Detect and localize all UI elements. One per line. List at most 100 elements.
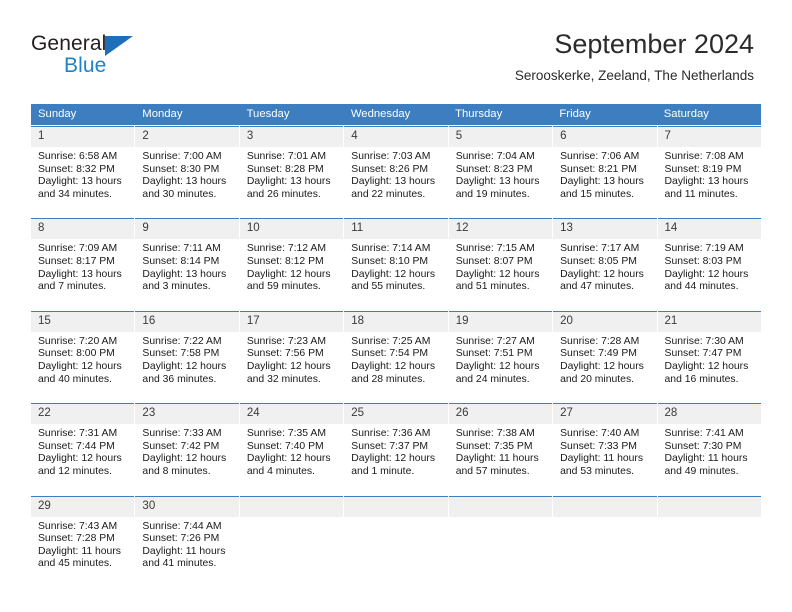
day-number: 17 (239, 311, 344, 332)
sunrise-text: Sunrise: 7:12 AM (246, 243, 326, 255)
day-info: Sunrise: 7:44 AM Sunset: 7:26 PM Daylight:… (135, 517, 238, 571)
day-info: Sunrise: 7:00 AM Sunset: 8:30 PM Daylight:… (135, 147, 238, 201)
logo-triangle-icon (105, 36, 133, 56)
day-cell[interactable]: 21 Sunrise: 7:30 AM Sunset: 7:47 PM Dayligh… (657, 310, 761, 386)
daylight-text-line1: Daylight: 13 hours (560, 176, 644, 188)
sunset-text: Sunset: 8:00 PM (38, 348, 115, 360)
week-row: 22 Sunrise: 7:31 AM Sunset: 7:44 PM Dayligh… (31, 403, 761, 478)
day-cell[interactable]: 8 Sunrise: 7:09 AM Sunset: 8:17 PM Daylight… (31, 218, 135, 293)
logo-text-blue: Blue (64, 54, 107, 77)
daylight-text-line2: and 11 minutes. (664, 188, 738, 200)
daylight-text-line2: and 59 minutes. (246, 281, 321, 293)
sunrise-text: Sunrise: 7:06 AM (560, 151, 640, 162)
daylight-text-line1: Daylight: 12 hours (455, 268, 540, 280)
daylight-text-line2: and 36 minutes. (142, 373, 217, 385)
day-cell[interactable]: 16 Sunrise: 7:22 AM Sunset: 7:58 PM Dayligh… (135, 310, 239, 386)
sunrise-text: Sunrise: 7:04 AM (455, 151, 535, 162)
day-cell[interactable]: 14 Sunrise: 7:19 AM Sunset: 8:03 PM Dayligh… (657, 218, 761, 293)
sunset-text: Sunset: 8:07 PM (455, 255, 533, 267)
day-cell[interactable]: 23 Sunrise: 7:33 AM Sunset: 7:42 PM Dayligh… (135, 403, 239, 478)
daylight-text-line1: Daylight: 12 hours (455, 360, 540, 372)
day-cell[interactable]: 13 Sunrise: 7:17 AM Sunset: 8:05 PM Dayligh… (553, 218, 657, 293)
sunset-text: Sunset: 8:19 PM (664, 163, 742, 175)
sunrise-text: Sunrise: 7:01 AM (246, 151, 326, 162)
sunset-text: Sunset: 7:33 PM (560, 440, 637, 452)
day-cell[interactable]: 24 Sunrise: 7:35 AM Sunset: 7:40 PM Dayligh… (239, 403, 344, 478)
day-cell[interactable]: 29 Sunrise: 7:43 AM Sunset: 7:28 PM Dayligh… (31, 495, 135, 571)
day-number: 18 (344, 311, 448, 332)
sunset-text: Sunset: 8:28 PM (246, 163, 324, 175)
day-number: 11 (344, 219, 448, 240)
daylight-text-line2: and 8 minutes. (142, 465, 211, 477)
sunrise-text: Sunrise: 7:15 AM (455, 243, 535, 255)
day-number: 14 (657, 219, 761, 240)
day-cell[interactable]: 27 Sunrise: 7:40 AM Sunset: 7:33 PM Dayligh… (553, 403, 657, 478)
daylight-text-line1: Daylight: 13 hours (142, 176, 227, 188)
day-info: Sunrise: 7:27 AM Sunset: 7:51 PM Daylight:… (449, 332, 552, 386)
daylight-text-line1: Daylight: 12 hours (142, 360, 227, 372)
day-cell-empty (239, 495, 344, 571)
daylight-text-line2: and 57 minutes. (455, 465, 530, 477)
sunset-text: Sunset: 8:23 PM (455, 163, 533, 175)
day-cell[interactable]: 17 Sunrise: 7:23 AM Sunset: 7:56 PM Dayligh… (239, 310, 344, 386)
daylight-text-line2: and 28 minutes. (351, 373, 426, 385)
daylight-text-line1: Daylight: 12 hours (246, 453, 331, 465)
day-info: Sunrise: 7:40 AM Sunset: 7:33 PM Daylight:… (553, 424, 656, 478)
day-cell[interactable]: 20 Sunrise: 7:28 AM Sunset: 7:49 PM Dayligh… (553, 310, 657, 386)
day-cell[interactable]: 15 Sunrise: 7:20 AM Sunset: 8:00 PM Dayligh… (31, 310, 135, 386)
day-number: 10 (239, 219, 344, 240)
daylight-text-line1: Daylight: 11 hours (38, 545, 121, 557)
day-number: 4 (344, 127, 448, 147)
sunrise-text: Sunrise: 7:03 AM (351, 151, 431, 162)
daylight-text-line1: Daylight: 12 hours (560, 268, 644, 280)
day-cell[interactable]: 10 Sunrise: 7:12 AM Sunset: 8:12 PM Dayligh… (239, 218, 344, 293)
sunset-text: Sunset: 7:42 PM (142, 440, 220, 452)
day-cell[interactable]: 18 Sunrise: 7:25 AM Sunset: 7:54 PM Dayligh… (344, 310, 448, 386)
daylight-text-line1: Daylight: 13 hours (246, 176, 331, 188)
sunset-text: Sunset: 7:40 PM (246, 440, 324, 452)
day-cell[interactable]: 12 Sunrise: 7:15 AM Sunset: 8:07 PM Dayligh… (448, 218, 553, 293)
sunset-text: Sunset: 8:32 PM (38, 163, 115, 175)
sunset-text: Sunset: 7:56 PM (246, 348, 324, 360)
day-info: Sunrise: 7:12 AM Sunset: 8:12 PM Daylight:… (240, 239, 343, 293)
day-number: 2 (135, 127, 239, 147)
sunrise-text: Sunrise: 7:28 AM (560, 335, 640, 347)
day-cell[interactable]: 9 Sunrise: 7:11 AM Sunset: 8:14 PM Daylight… (135, 218, 239, 293)
day-cell[interactable]: 7 Sunrise: 7:08 AM Sunset: 8:19 PM Daylight… (657, 126, 761, 201)
weekday-friday: Friday (559, 108, 591, 120)
day-cell[interactable]: 22 Sunrise: 7:31 AM Sunset: 7:44 PM Dayligh… (31, 403, 135, 478)
day-info: Sunrise: 6:58 AM Sunset: 8:32 PM Daylight:… (31, 147, 134, 201)
day-number: 29 (31, 496, 135, 517)
day-cell-empty (344, 495, 448, 571)
day-cell[interactable]: 26 Sunrise: 7:38 AM Sunset: 7:35 PM Dayligh… (448, 403, 553, 478)
weekday-saturday: Saturday (663, 108, 709, 120)
day-cell[interactable]: 30 Sunrise: 7:44 AM Sunset: 7:26 PM Dayligh… (135, 495, 239, 571)
day-number (448, 496, 553, 517)
sunrise-text: Sunrise: 7:30 AM (664, 335, 744, 347)
day-cell[interactable]: 19 Sunrise: 7:27 AM Sunset: 7:51 PM Dayligh… (448, 310, 553, 386)
sunset-text: Sunset: 8:17 PM (38, 255, 115, 267)
day-cell[interactable]: 2 Sunrise: 7:00 AM Sunset: 8:30 PM Daylight… (135, 126, 239, 201)
day-cell[interactable]: 11 Sunrise: 7:14 AM Sunset: 8:10 PM Dayligh… (344, 218, 448, 293)
day-cell[interactable]: 5 Sunrise: 7:04 AM Sunset: 8:23 PM Daylight… (448, 126, 553, 201)
day-info: Sunrise: 7:15 AM Sunset: 8:07 PM Daylight:… (449, 239, 552, 293)
sunset-text: Sunset: 8:14 PM (142, 255, 220, 267)
daylight-text-line1: Daylight: 13 hours (142, 268, 227, 280)
daylight-text-line1: Daylight: 13 hours (38, 176, 122, 188)
day-cell[interactable]: 1 Sunrise: 6:58 AM Sunset: 8:32 PM Daylight… (31, 126, 135, 201)
daylight-text-line1: Daylight: 13 hours (351, 176, 436, 188)
sunset-text: Sunset: 8:05 PM (560, 255, 637, 267)
day-cell[interactable]: 4 Sunrise: 7:03 AM Sunset: 8:26 PM Daylight… (344, 126, 448, 201)
sunrise-text: Sunrise: 7:40 AM (560, 428, 640, 440)
day-cell[interactable]: 6 Sunrise: 7:06 AM Sunset: 8:21 PM Daylight… (553, 126, 657, 201)
day-cell[interactable]: 3 Sunrise: 7:01 AM Sunset: 8:28 PM Daylight… (239, 126, 344, 201)
day-number: 30 (135, 496, 239, 517)
day-cell-empty (553, 495, 657, 571)
week-spacer (31, 479, 761, 495)
sunset-text: Sunset: 7:35 PM (455, 440, 533, 452)
day-cell[interactable]: 25 Sunrise: 7:36 AM Sunset: 7:37 PM Dayligh… (344, 403, 448, 478)
daylight-text-line2: and 55 minutes. (351, 281, 426, 293)
sunrise-text: Sunrise: 7:44 AM (142, 520, 222, 532)
general-blue-logo[interactable]: General Blue (31, 32, 231, 84)
day-cell[interactable]: 28 Sunrise: 7:41 AM Sunset: 7:30 PM Dayligh… (657, 403, 761, 478)
